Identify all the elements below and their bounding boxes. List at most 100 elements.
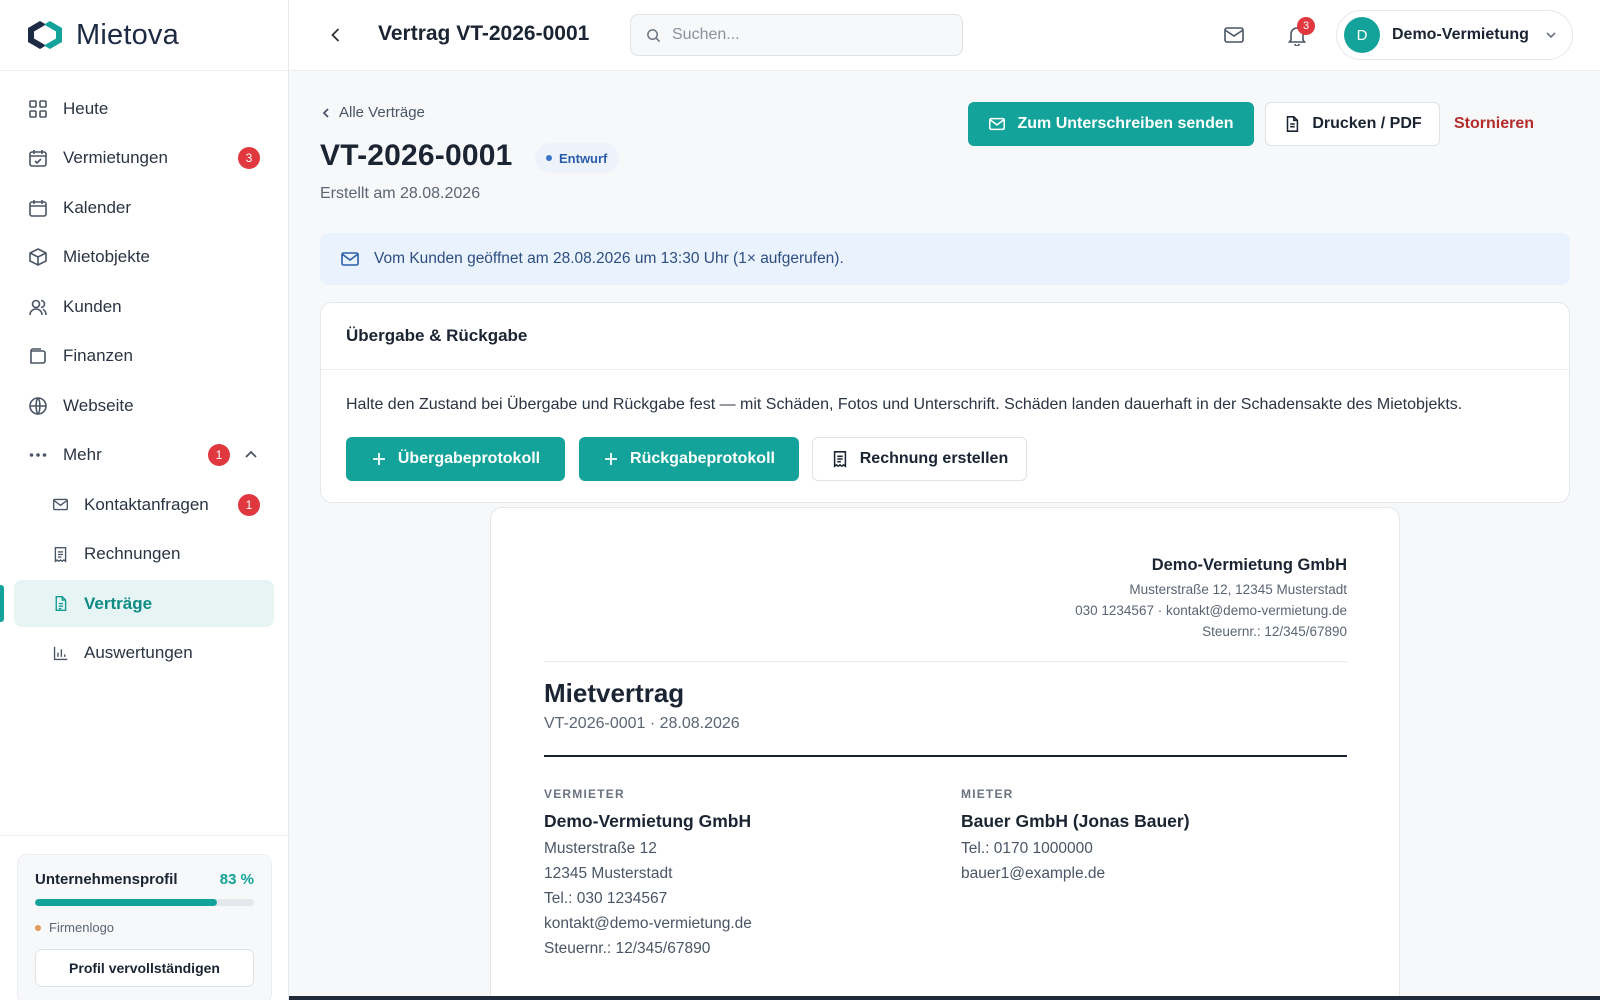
landlord-name: Demo-Vermietung GmbH (544, 811, 752, 831)
main-nav: Heute Vermietungen 3 Kalender Mietobjekt… (0, 71, 288, 677)
document-icon (1283, 115, 1301, 133)
landlord-line: 12345 Musterstadt (544, 865, 673, 882)
contract-number-heading: VT-2026-0001 (320, 139, 513, 172)
wallet-icon (27, 346, 48, 367)
cancel-contract-button[interactable]: Stornieren (1454, 102, 1534, 146)
contract-document-preview: Demo-Vermietung GmbH Musterstraße 12, 12… (490, 507, 1400, 1000)
handover-card: Übergabe & Rückgabe Halte den Zustand be… (320, 302, 1570, 503)
calendar-icon (27, 197, 48, 218)
sidebar-footer: Unternehmensprofil 83 % Firmenlogo Profi… (0, 835, 289, 1000)
dots-icon (27, 445, 48, 466)
sidebar-item-webseite[interactable]: Webseite (14, 382, 274, 429)
receipt-icon (51, 545, 69, 563)
sidebar-item-heute[interactable]: Heute (14, 85, 274, 132)
sidebar-item-label: Vermietungen (63, 148, 168, 167)
status-dot-icon (546, 155, 552, 161)
chart-icon (51, 644, 69, 662)
return-protocol-button[interactable]: Rückgabeprotokoll (579, 437, 799, 481)
grid-icon (27, 98, 48, 119)
status-badge: Entwurf (535, 143, 620, 173)
chevron-up-icon[interactable] (244, 448, 258, 462)
logo-icon (24, 18, 66, 52)
box-icon (27, 247, 48, 268)
breadcrumb[interactable]: Alle Verträge (320, 104, 425, 121)
search-box[interactable] (630, 14, 963, 56)
notification-badge: 3 (1297, 17, 1315, 35)
card-title: Übergabe & Rückgabe (321, 303, 1569, 370)
card-description: Halte den Zustand bei Übergabe und Rückg… (346, 396, 1463, 413)
landlord-line: kontakt@demo-vermietung.de (544, 915, 752, 932)
receipt-icon (831, 450, 849, 468)
created-date: Erstellt am 28.08.2026 (320, 185, 481, 202)
account-name: Demo-Vermietung (1392, 26, 1529, 43)
search-icon (646, 28, 661, 43)
document-company-header: Demo-Vermietung GmbH Musterstraße 12, 12… (1075, 556, 1347, 639)
sidebar: Mietova Heute Vermietungen 3 Kalender Mi… (0, 0, 289, 1000)
logo[interactable]: Mietova (0, 0, 288, 71)
account-menu[interactable]: D Demo-Vermietung (1336, 10, 1573, 60)
sidebar-item-label: Mehr (63, 445, 102, 464)
sidebar-item-auswertungen[interactable]: Auswertungen (14, 630, 274, 677)
sidebar-item-label: Kalender (63, 197, 132, 217)
complete-profile-button[interactable]: Profil vervollständigen (35, 949, 254, 987)
sidebar-item-label: Mietobjekte (63, 247, 150, 266)
mail-icon[interactable] (1223, 24, 1245, 46)
search-input[interactable] (672, 26, 932, 44)
status-label: Entwurf (559, 150, 608, 166)
sidebar-item-label: Rechnungen (84, 544, 181, 563)
bottom-bar (289, 996, 1600, 1000)
sidebar-item-mietobjekte[interactable]: Mietobjekte (14, 234, 274, 281)
create-invoice-button[interactable]: Rechnung erstellen (812, 437, 1027, 481)
notification-badge: 3 (238, 147, 260, 169)
return-button-label: Rückgabeprotokoll (630, 450, 775, 467)
sidebar-item-mehr[interactable]: Mehr 1 (14, 432, 274, 479)
tenant-label: MIETER (961, 787, 1014, 801)
handover-button-label: Übergabeprotokoll (397, 450, 541, 467)
active-indicator (0, 585, 4, 622)
handover-protocol-button[interactable]: Übergabeprotokoll (346, 437, 565, 481)
sidebar-item-vertraege[interactable]: Verträge (0, 580, 274, 627)
sidebar-item-label: Kunden (63, 296, 122, 316)
chevron-down-icon (1544, 28, 1558, 42)
back-icon[interactable] (325, 24, 347, 46)
company-tax-number: Steuernr.: 12/345/67890 (1202, 624, 1347, 639)
info-banner: Vom Kunden geöffnet am 28.08.2026 um 13:… (320, 233, 1570, 285)
company-name: Demo-Vermietung GmbH (1151, 556, 1347, 574)
landlord-label: VERMIETER (544, 787, 625, 801)
sidebar-item-vermietungen[interactable]: Vermietungen 3 (14, 135, 274, 182)
sidebar-item-label: Heute (63, 98, 109, 118)
landlord-line: Musterstraße 12 (544, 840, 657, 857)
sidebar-item-kontaktanfragen[interactable]: Kontaktanfragen 1 (14, 481, 274, 528)
sidebar-item-kunden[interactable]: Kunden (14, 283, 274, 330)
plus-icon (603, 451, 619, 467)
notification-badge: 1 (238, 493, 260, 516)
sidebar-item-label: Webseite (63, 395, 134, 415)
company-address: Musterstraße 12, 12345 Musterstadt (1129, 582, 1347, 597)
todo-dot-icon (35, 924, 41, 931)
banner-text: Vom Kunden geöffnet am 28.08.2026 um 13:… (374, 250, 844, 267)
profile-percent: 83 % (219, 871, 254, 888)
calendar-check-icon (27, 148, 48, 169)
profile-progress-fill (35, 899, 217, 906)
sidebar-item-rechnungen[interactable]: Rechnungen (14, 531, 274, 578)
divider (544, 661, 1347, 662)
sidebar-item-label: Auswertungen (84, 643, 193, 662)
print-button-label: Drucken / PDF (1312, 115, 1422, 132)
mail-icon (51, 496, 69, 514)
globe-icon (27, 395, 48, 416)
invoice-button-label: Rechnung erstellen (859, 450, 1009, 467)
document-title: Mietvertrag (544, 678, 685, 708)
send-for-signature-button[interactable]: Zum Unterschreiben senden (968, 102, 1254, 146)
profile-completion-card: Unternehmensprofil 83 % Firmenlogo Profi… (17, 854, 272, 1000)
landlord-line: Steuernr.: 12/345/67890 (544, 940, 711, 957)
sidebar-item-kalender[interactable]: Kalender (14, 184, 274, 231)
profile-todo-label: Firmenlogo (49, 920, 115, 935)
breadcrumb-link[interactable]: Alle Verträge (339, 104, 425, 121)
print-pdf-button[interactable]: Drucken / PDF (1265, 102, 1440, 146)
sidebar-item-finanzen[interactable]: Finanzen (14, 333, 274, 380)
plus-icon (371, 451, 387, 467)
avatar: D (1344, 17, 1380, 53)
users-icon (27, 296, 48, 317)
sidebar-item-label: Verträge (84, 593, 153, 613)
tenant-name: Bauer GmbH (Jonas Bauer) (961, 811, 1190, 831)
